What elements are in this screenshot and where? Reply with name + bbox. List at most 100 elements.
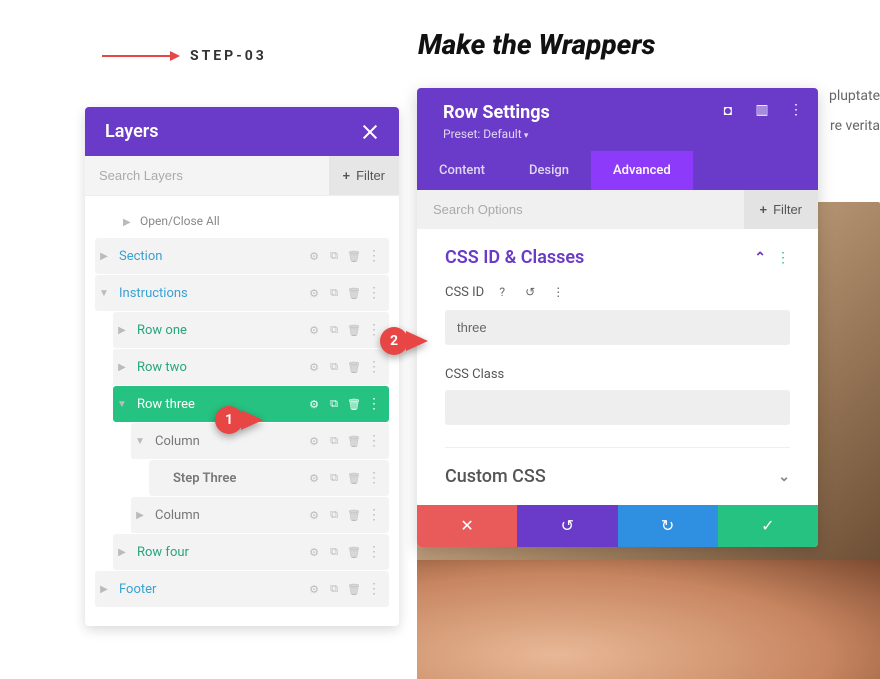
tab-advanced[interactable]: Advanced	[591, 151, 693, 190]
layer-label: Column	[149, 508, 307, 523]
plus-icon: +	[343, 168, 351, 183]
open-close-all[interactable]: ▶ Open/Close All	[95, 204, 389, 238]
css-id-input[interactable]	[445, 310, 790, 345]
more-icon[interactable]	[367, 360, 381, 374]
layer-row-footer[interactable]: Footer	[95, 571, 389, 607]
layers-panel: Layers +Filter ▶ Open/Close All Section …	[85, 107, 399, 626]
chevron-up-icon[interactable]	[754, 250, 766, 266]
gear-icon[interactable]	[307, 286, 321, 300]
preset-dropdown[interactable]: Preset: Default	[443, 127, 800, 151]
trash-icon[interactable]	[347, 582, 361, 596]
gear-icon[interactable]	[307, 545, 321, 559]
trash-icon[interactable]	[347, 508, 361, 522]
open-close-label: Open/Close All	[140, 214, 220, 228]
caret-right-icon[interactable]	[131, 510, 149, 521]
caret-right-icon[interactable]	[95, 251, 113, 262]
callout-bubble: 2	[380, 327, 408, 355]
layers-title: Layers	[105, 121, 159, 142]
layers-search-row: + Filter	[85, 156, 399, 196]
duplicate-icon[interactable]	[327, 508, 341, 522]
trash-icon[interactable]	[347, 545, 361, 559]
row-settings-panel: Row Settings Preset: Default Content Des…	[417, 88, 818, 547]
more-icon[interactable]	[367, 545, 381, 559]
undo-button[interactable]: ↺	[517, 505, 617, 547]
responsive-icon[interactable]	[754, 102, 770, 118]
section-custom-css[interactable]: Custom CSS	[445, 447, 790, 487]
caret-right-icon[interactable]	[95, 584, 113, 595]
callout-2: 2	[380, 327, 428, 355]
close-icon[interactable]	[361, 123, 379, 141]
layer-row-row-four[interactable]: Row four	[113, 534, 389, 570]
gear-icon[interactable]	[307, 249, 321, 263]
duplicate-icon[interactable]	[327, 545, 341, 559]
caret-right-icon[interactable]	[113, 547, 131, 558]
duplicate-icon[interactable]	[327, 360, 341, 374]
hover-icon[interactable]	[720, 102, 736, 118]
more-icon[interactable]	[548, 282, 568, 302]
gear-icon[interactable]	[307, 508, 321, 522]
duplicate-icon[interactable]	[327, 471, 341, 485]
duplicate-icon[interactable]	[327, 323, 341, 337]
tab-design[interactable]: Design	[507, 151, 591, 190]
caret-down-icon[interactable]	[131, 436, 149, 447]
gear-icon[interactable]	[307, 471, 321, 485]
more-icon[interactable]	[367, 286, 381, 300]
layers-search-input[interactable]	[85, 156, 329, 195]
redo-button[interactable]: ↻	[618, 505, 718, 547]
trash-icon[interactable]	[347, 286, 361, 300]
panel-header-icons	[720, 102, 804, 118]
trash-icon[interactable]	[347, 360, 361, 374]
trash-icon[interactable]	[347, 434, 361, 448]
more-icon[interactable]	[367, 249, 381, 263]
caret-down-icon[interactable]	[113, 399, 131, 410]
help-icon[interactable]	[492, 282, 512, 302]
gear-icon[interactable]	[307, 360, 321, 374]
gear-icon[interactable]	[307, 582, 321, 596]
layer-row-step-three[interactable]: Step Three	[149, 460, 389, 496]
duplicate-icon[interactable]	[327, 397, 341, 411]
panel-search-input[interactable]	[417, 190, 744, 229]
callout-pointer-icon	[241, 410, 263, 430]
panel-filter-button[interactable]: +Filter	[744, 190, 818, 229]
more-icon[interactable]	[367, 508, 381, 522]
layer-row-section[interactable]: Section	[95, 238, 389, 274]
trash-icon[interactable]	[347, 471, 361, 485]
body-text-fragment: pluptate	[829, 88, 880, 104]
gear-icon[interactable]	[307, 434, 321, 448]
panel-footer: ✕ ↺ ↻ ✓	[417, 505, 818, 547]
chevron-down-icon[interactable]	[778, 469, 790, 485]
layer-row-column[interactable]: Column	[131, 497, 389, 533]
more-icon[interactable]	[367, 323, 381, 337]
duplicate-icon[interactable]	[327, 434, 341, 448]
layer-row-row-one[interactable]: Row one	[113, 312, 389, 348]
duplicate-icon[interactable]	[327, 286, 341, 300]
duplicate-icon[interactable]	[327, 249, 341, 263]
gear-icon[interactable]	[307, 397, 321, 411]
duplicate-icon[interactable]	[327, 582, 341, 596]
css-id-label-row: CSS ID	[445, 282, 790, 302]
section-title: CSS ID & Classes	[445, 247, 584, 268]
more-icon[interactable]	[367, 582, 381, 596]
caret-right-icon[interactable]	[113, 325, 131, 336]
more-icon[interactable]	[788, 102, 804, 118]
css-class-input[interactable]	[445, 390, 790, 425]
more-icon[interactable]	[776, 250, 790, 266]
filter-label: Filter	[356, 168, 385, 183]
save-button[interactable]: ✓	[718, 505, 818, 547]
reset-icon[interactable]	[520, 282, 540, 302]
layer-row-instructions[interactable]: Instructions	[95, 275, 389, 311]
more-icon[interactable]	[367, 397, 381, 411]
cancel-button[interactable]: ✕	[417, 505, 517, 547]
more-icon[interactable]	[367, 434, 381, 448]
trash-icon[interactable]	[347, 323, 361, 337]
section-css-id-classes[interactable]: CSS ID & Classes	[445, 247, 790, 268]
gear-icon[interactable]	[307, 323, 321, 337]
caret-right-icon[interactable]	[113, 362, 131, 373]
layer-row-row-two[interactable]: Row two	[113, 349, 389, 385]
more-icon[interactable]	[367, 471, 381, 485]
trash-icon[interactable]	[347, 397, 361, 411]
tab-content[interactable]: Content	[417, 151, 507, 190]
caret-down-icon[interactable]	[95, 288, 113, 299]
layers-filter-button[interactable]: + Filter	[329, 156, 399, 195]
trash-icon[interactable]	[347, 249, 361, 263]
